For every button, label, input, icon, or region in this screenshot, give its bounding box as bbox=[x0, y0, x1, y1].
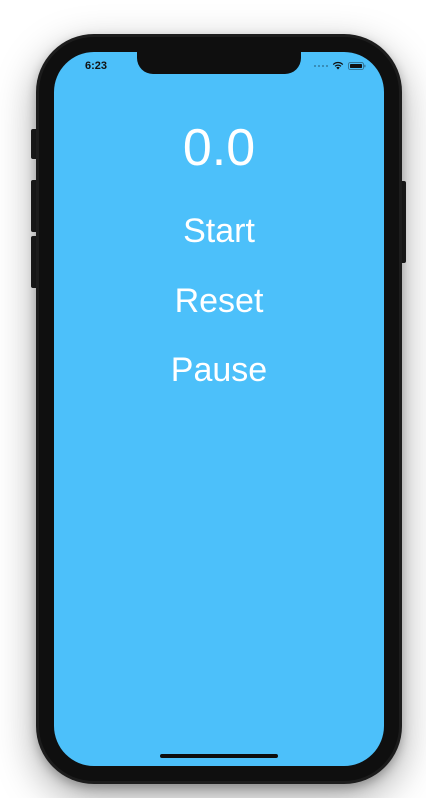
app-screen: 6:23 0.0 Start Reset Pause bbox=[54, 52, 384, 766]
notch bbox=[137, 52, 301, 74]
timer-display: 0.0 bbox=[182, 119, 256, 177]
status-time: 6:23 bbox=[85, 60, 108, 72]
pause-button[interactable]: Pause bbox=[139, 350, 299, 390]
battery-icon bbox=[348, 61, 366, 70]
wifi-icon bbox=[332, 61, 344, 70]
reset-button[interactable]: Reset bbox=[139, 281, 299, 321]
status-icons bbox=[314, 61, 366, 70]
home-indicator[interactable] bbox=[160, 754, 278, 758]
device-stage: 6:23 0.0 Start Reset Pause bbox=[0, 0, 426, 798]
start-button[interactable]: Start bbox=[139, 211, 299, 251]
signal-dots-icon bbox=[314, 64, 328, 67]
phone-frame: 6:23 0.0 Start Reset Pause bbox=[36, 34, 402, 784]
